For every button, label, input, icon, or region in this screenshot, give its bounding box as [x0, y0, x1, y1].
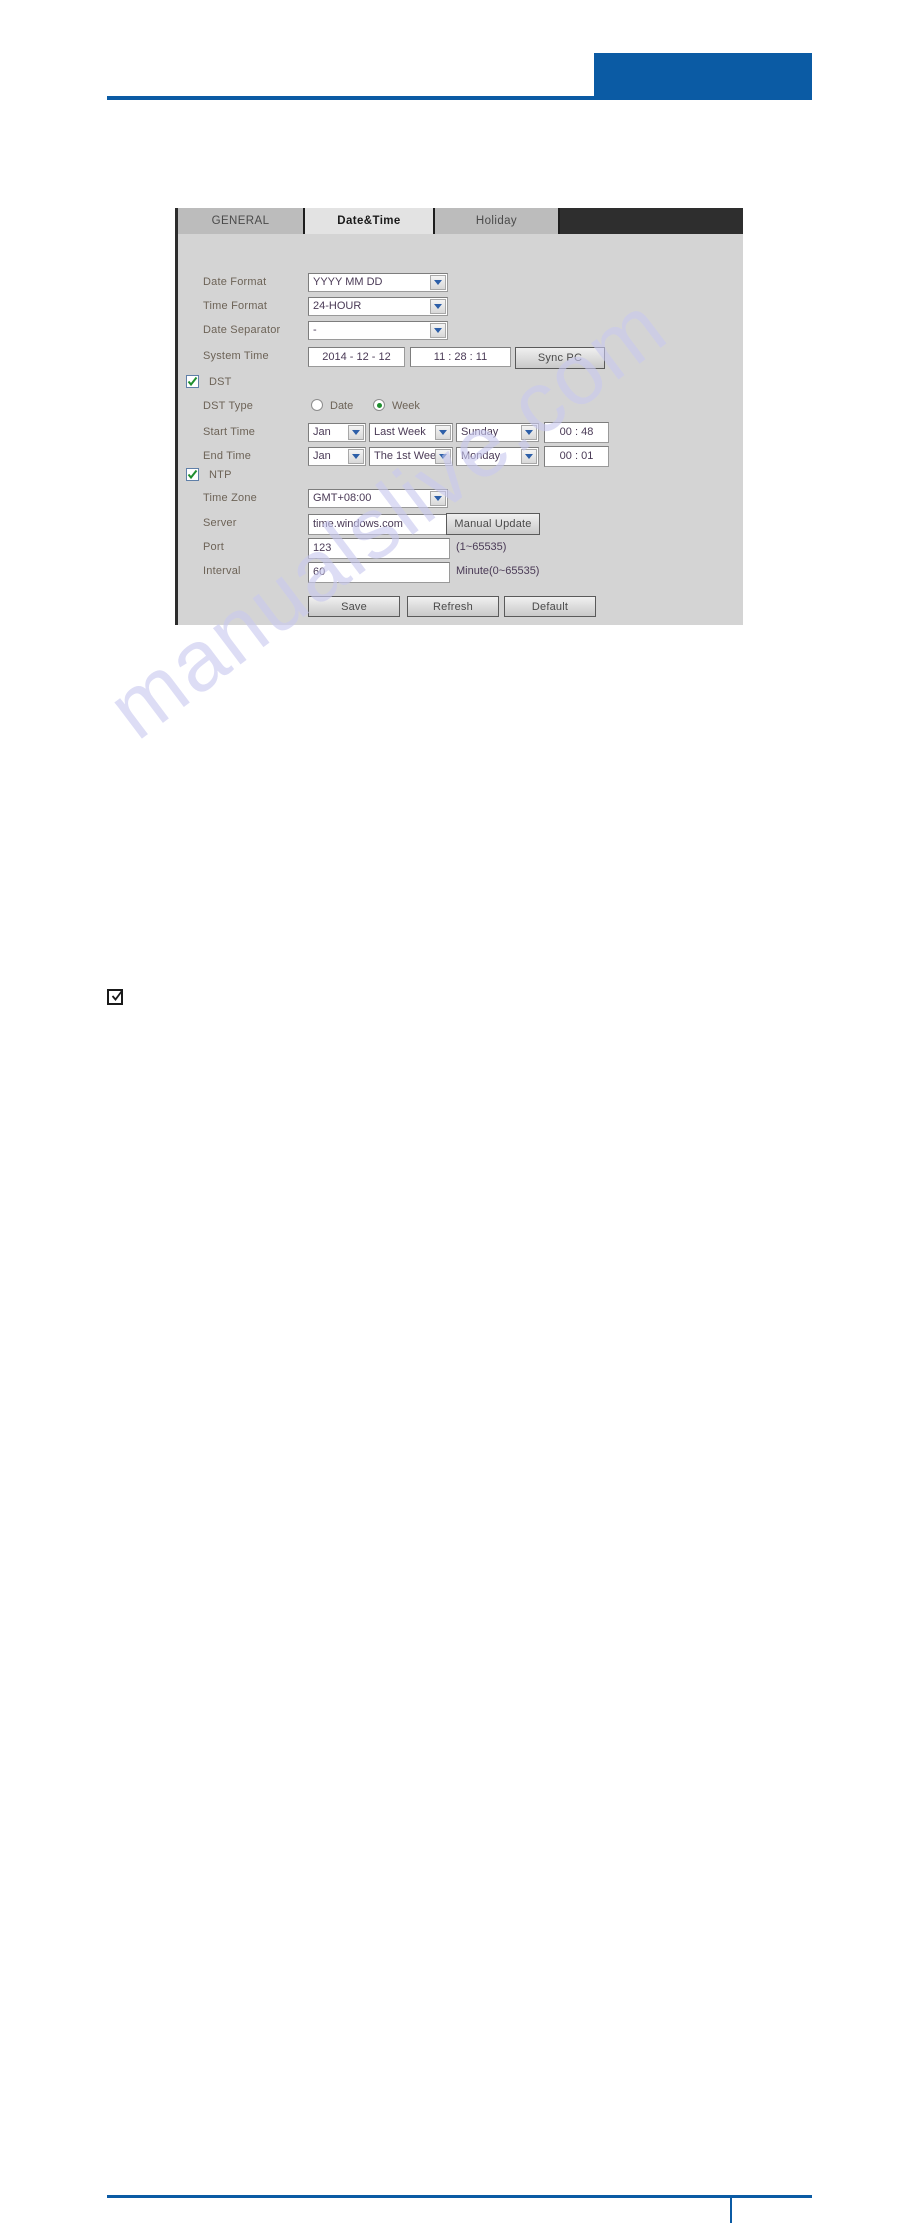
- tab-general-label: GENERAL: [211, 215, 270, 227]
- sync-pc-label: Sync PC: [537, 352, 583, 364]
- page-footer: [0, 1090, 918, 2223]
- chevron-down-icon[interactable]: [430, 299, 446, 314]
- header-rule: [107, 96, 812, 100]
- header-accent-block: [594, 53, 812, 99]
- start-time-label: Start Time: [203, 426, 256, 438]
- port-hint: (1~65535): [456, 541, 507, 553]
- start-week-select[interactable]: Last Week: [369, 423, 453, 442]
- end-clock-input[interactable]: 00 : 01: [544, 446, 609, 467]
- refresh-button[interactable]: Refresh: [407, 596, 499, 617]
- check-icon: [187, 469, 198, 480]
- tab-general[interactable]: GENERAL: [178, 208, 305, 234]
- server-label: Server: [203, 517, 237, 529]
- server-input[interactable]: time.windows.com: [308, 514, 450, 535]
- start-day-select[interactable]: Sunday: [456, 423, 539, 442]
- tab-date-time[interactable]: Date&Time: [305, 208, 435, 234]
- save-label: Save: [341, 600, 367, 613]
- start-clock-input[interactable]: 00 : 48: [544, 422, 609, 443]
- footer-rule: [107, 2195, 812, 2198]
- chevron-down-icon[interactable]: [435, 425, 451, 440]
- tab-holiday[interactable]: Holiday: [435, 208, 560, 234]
- tab-bar-filler: [560, 208, 743, 234]
- chevron-down-icon[interactable]: [435, 449, 451, 464]
- time-zone-select[interactable]: GMT+08:00: [308, 489, 448, 508]
- system-clock-input[interactable]: 11 : 28 : 11: [410, 347, 511, 367]
- time-format-select[interactable]: 24-HOUR: [308, 297, 448, 316]
- dst-type-date-label: Date: [330, 400, 354, 412]
- default-label: Default: [531, 600, 569, 613]
- dst-type-week-radio[interactable]: [373, 399, 385, 411]
- dst-type-week-label: Week: [392, 400, 420, 412]
- start-week-value: Last Week: [374, 426, 426, 438]
- dst-checkbox[interactable]: [186, 375, 199, 388]
- default-button[interactable]: Default: [504, 596, 596, 617]
- chevron-down-icon[interactable]: [521, 425, 537, 440]
- start-month-select[interactable]: Jan: [308, 423, 366, 442]
- interval-input[interactable]: 60: [308, 562, 450, 583]
- chevron-down-icon[interactable]: [430, 275, 446, 290]
- sync-pc-button[interactable]: Sync PC: [515, 347, 605, 369]
- manual-update-button[interactable]: Manual Update: [446, 513, 540, 535]
- tab-holiday-label: Holiday: [475, 215, 518, 227]
- chevron-down-icon[interactable]: [430, 491, 446, 506]
- note-checkbox-icon: [107, 989, 123, 1005]
- end-day-select[interactable]: Monday: [456, 447, 539, 466]
- end-time-label: End Time: [203, 450, 252, 462]
- end-day-value: Monday: [461, 450, 501, 462]
- check-icon: [187, 376, 198, 387]
- chevron-down-icon[interactable]: [521, 449, 537, 464]
- save-button[interactable]: Save: [308, 596, 400, 617]
- date-separator-select[interactable]: -: [308, 321, 448, 340]
- chevron-down-icon[interactable]: [348, 425, 364, 440]
- port-label: Port: [203, 541, 224, 553]
- date-format-value: YYYY MM DD: [313, 276, 383, 288]
- date-format-label: Date Format: [203, 276, 267, 288]
- date-format-select[interactable]: YYYY MM DD: [308, 273, 448, 292]
- end-month-value: Jan: [313, 450, 331, 462]
- system-date-input[interactable]: 2014 - 12 - 12: [308, 347, 405, 367]
- date-time-settings-panel: GENERAL Date&Time Holiday Date Format YY…: [175, 208, 743, 625]
- system-time-label: System Time: [203, 350, 269, 362]
- dst-type-date-radio[interactable]: [311, 399, 323, 411]
- port-input[interactable]: 123: [308, 538, 450, 559]
- settings-form: Date Format YYYY MM DD Time Format 24-HO…: [178, 234, 743, 625]
- page-header: [0, 0, 918, 120]
- end-week-select[interactable]: The 1st Week: [369, 447, 453, 466]
- time-format-value: 24-HOUR: [313, 300, 362, 312]
- date-separator-value: -: [313, 324, 317, 336]
- end-week-value: The 1st Week: [374, 450, 442, 462]
- radio-selected-dot: [376, 402, 382, 408]
- ntp-label: NTP: [209, 469, 232, 481]
- time-format-label: Time Format: [203, 300, 268, 312]
- time-zone-label: Time Zone: [203, 492, 257, 504]
- start-day-value: Sunday: [461, 426, 499, 438]
- chevron-down-icon[interactable]: [348, 449, 364, 464]
- date-separator-label: Date Separator: [203, 324, 281, 336]
- manual-update-label: Manual Update: [454, 518, 532, 530]
- interval-hint: Minute(0~65535): [456, 565, 540, 577]
- end-month-select[interactable]: Jan: [308, 447, 366, 466]
- check-icon: [111, 990, 123, 1001]
- chevron-down-icon[interactable]: [430, 323, 446, 338]
- dst-label: DST: [209, 376, 232, 388]
- start-month-value: Jan: [313, 426, 331, 438]
- tab-bar: GENERAL Date&Time Holiday: [178, 208, 743, 234]
- time-zone-value: GMT+08:00: [313, 492, 372, 504]
- dst-type-label: DST Type: [203, 400, 254, 412]
- refresh-label: Refresh: [433, 600, 473, 613]
- interval-label: Interval: [203, 565, 241, 577]
- footer-tick-mark: [730, 2198, 732, 2223]
- tab-date-time-label: Date&Time: [337, 215, 401, 227]
- ntp-checkbox[interactable]: [186, 468, 199, 481]
